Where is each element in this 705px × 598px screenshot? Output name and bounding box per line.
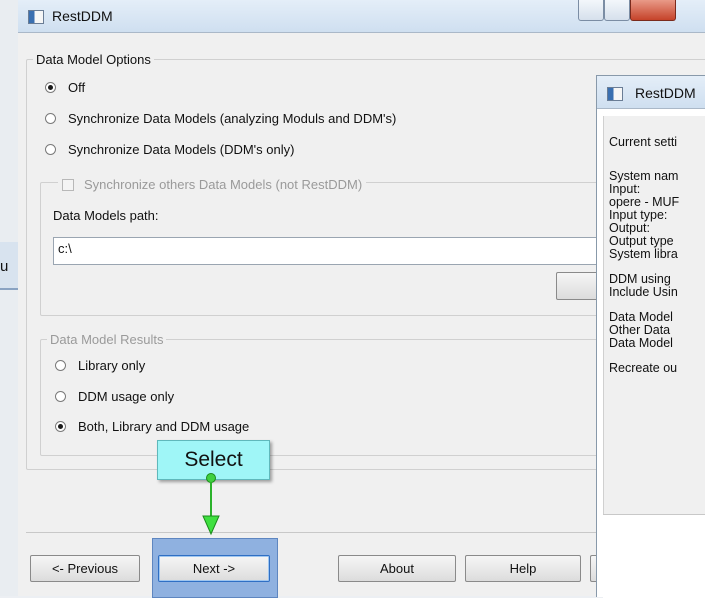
option-sync-moduls-ddm-label: Synchronize Data Models (analyzing Modul… <box>68 111 397 126</box>
help-button[interactable]: Help <box>465 555 581 582</box>
arrow-head <box>202 515 220 536</box>
radio-off[interactable] <box>45 82 56 93</box>
result-library-only-label: Library only <box>78 358 146 373</box>
previous-button[interactable]: <- Previous <box>30 555 140 582</box>
data-model-options-legend: Data Model Options <box>36 52 151 67</box>
radio-both[interactable] <box>55 421 66 432</box>
side-line-data-model-2: Data Model <box>609 336 673 350</box>
result-both-label: Both, Library and DDM usage <box>78 419 250 434</box>
sync-others-checkbox-row[interactable]: Synchronize others Data Models (not Rest… <box>58 177 367 192</box>
data-models-path-input[interactable]: c:\ <box>53 237 613 265</box>
radio-ddm-usage-only[interactable] <box>55 391 66 402</box>
side-line-recreate: Recreate ou <box>609 361 678 375</box>
sync-others-checkbox[interactable] <box>62 178 74 191</box>
option-sync-moduls-ddm[interactable]: Synchronize Data Models (analyzing Modul… <box>45 111 396 126</box>
main-title-bar[interactable]: RestDDM <box>18 0 705 33</box>
radio-library-only[interactable] <box>55 360 66 371</box>
radio-sync-ddm-only[interactable] <box>45 144 56 155</box>
background-window-left <box>0 0 18 596</box>
next-button[interactable]: Next -> <box>158 555 270 582</box>
result-library-only[interactable]: Library only <box>55 358 145 373</box>
close-icon[interactable] <box>630 0 676 21</box>
option-off-label: Off <box>68 80 86 95</box>
background-fragment-letter: u <box>0 258 9 275</box>
side-line-system-library: System libra <box>609 247 678 261</box>
option-off[interactable]: Off <box>45 80 85 95</box>
maximize-icon[interactable] <box>604 0 630 21</box>
main-window-title: RestDDM <box>52 8 113 24</box>
select-arrow <box>202 473 220 536</box>
result-both[interactable]: Both, Library and DDM usage <box>55 419 249 434</box>
data-model-results-legend: Data Model Results <box>50 332 164 347</box>
app-icon <box>28 10 44 24</box>
result-ddm-usage-only[interactable]: DDM usage only <box>55 389 174 404</box>
radio-sync-moduls-ddm[interactable] <box>45 113 56 124</box>
side-app-icon <box>607 87 623 101</box>
side-line-include-using: Include Usin <box>609 285 678 299</box>
side-line-current-settings: Current setti <box>609 135 678 149</box>
arrow-origin-dot <box>206 473 216 483</box>
result-ddm-usage-only-label: DDM usage only <box>78 389 175 404</box>
about-button[interactable]: About <box>338 555 456 582</box>
side-window-title: RestDDM <box>635 85 696 101</box>
data-models-path-label: Data Models path: <box>53 208 159 223</box>
option-sync-ddm-only[interactable]: Synchronize Data Models (DDM's only) <box>45 142 294 157</box>
sync-others-label: Synchronize others Data Models (not Rest… <box>84 177 363 192</box>
side-title-bar[interactable]: RestDDM <box>597 76 705 109</box>
option-sync-ddm-only-label: Synchronize Data Models (DDM's only) <box>68 142 295 157</box>
minimize-icon[interactable] <box>578 0 604 21</box>
side-bottom-box <box>603 514 705 598</box>
side-window: RestDDM Current setti System nam Input: … <box>596 75 705 598</box>
